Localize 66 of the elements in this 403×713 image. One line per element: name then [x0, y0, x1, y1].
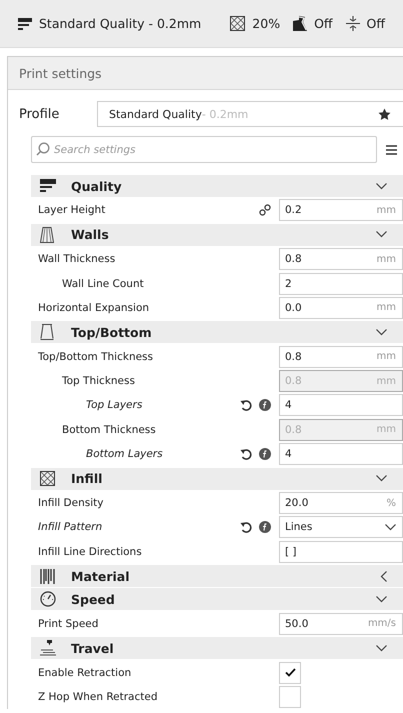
- setting-field[interactable]: 0.0 mm: [279, 296, 403, 319]
- setting-label: Z Hop When Retracted: [37, 690, 159, 703]
- section-header[interactable]: Quality: [31, 175, 403, 197]
- check-icon: [284, 668, 296, 678]
- top-bottom-icon: [40, 324, 54, 340]
- chevron-down-icon: [376, 231, 387, 238]
- quality-icon: [18, 16, 32, 30]
- checkbox[interactable]: [279, 662, 301, 684]
- reset-icon[interactable]: [240, 521, 252, 534]
- adhesion-value: Off: [366, 16, 385, 31]
- checkbox[interactable]: [279, 686, 301, 708]
- setting-label: Print Speed: [37, 618, 100, 630]
- setting-label: Infill Line Directions: [37, 546, 143, 558]
- setting-label: Wall Line Count: [61, 278, 145, 290]
- profile-label: Profile: [18, 106, 60, 122]
- setting-field[interactable]: 50.0 mm/s: [279, 612, 403, 635]
- search-icon: [36, 142, 50, 156]
- setting-field[interactable]: 20.0 %: [279, 492, 403, 514]
- chevron-left-icon: [380, 570, 387, 582]
- setting-label: Top/Bottom Thickness: [37, 350, 154, 363]
- setting-label: Enable Retraction: [37, 666, 132, 679]
- profile-summary[interactable]: Standard Quality - 0.2mm: [39, 16, 202, 31]
- quality-icon: [40, 179, 56, 193]
- setting-label: Horizontal Expansion: [37, 302, 150, 314]
- infill-icon: [230, 16, 246, 31]
- chevron-down-icon: [376, 475, 387, 482]
- section-header[interactable]: Material: [31, 565, 403, 588]
- star-icon[interactable]: [378, 108, 391, 120]
- setting-label: Infill Density: [37, 497, 104, 510]
- adhesion-icon: [346, 16, 360, 31]
- material-icon: [40, 568, 56, 584]
- section-header[interactable]: Top/Bottom: [31, 321, 403, 344]
- setting-label: Infill Pattern: [37, 521, 104, 534]
- profile-dropdown[interactable]: Standard Quality- 0.2mm: [97, 101, 403, 127]
- chevron-down-icon: [385, 524, 396, 531]
- infill-icon: [40, 471, 55, 486]
- nozzle-icon: [40, 640, 56, 656]
- setting-label: Layer Height: [37, 204, 106, 216]
- setting-dropdown[interactable]: Lines: [279, 516, 403, 538]
- support-icon: [293, 16, 308, 31]
- chevron-down-icon: [376, 596, 387, 603]
- speedometer-icon: [40, 591, 56, 608]
- menu-icon[interactable]: [386, 144, 397, 154]
- setting-field[interactable]: 2: [279, 272, 403, 295]
- infill-value: 20%: [252, 16, 280, 31]
- section-header[interactable]: Walls: [31, 224, 403, 246]
- support-value: Off: [314, 16, 333, 31]
- section-header[interactable]: Speed: [31, 588, 403, 610]
- section-header[interactable]: Infill: [31, 468, 403, 490]
- search-field[interactable]: Search settings: [31, 136, 377, 163]
- setting-field[interactable]: 0.8 mm: [279, 346, 403, 368]
- setting-field[interactable]: 0.2 mm: [279, 199, 403, 222]
- setting-label: Wall Thickness: [37, 253, 116, 266]
- section-header[interactable]: Travel: [31, 637, 403, 660]
- function-icon[interactable]: [259, 521, 271, 534]
- chevron-down-icon: [376, 182, 387, 190]
- panel-title: Print settings: [8, 57, 403, 90]
- chevron-down-icon: [376, 328, 387, 336]
- setting-label: Top Thickness: [61, 375, 136, 388]
- walls-icon: [40, 226, 54, 243]
- setting-field[interactable]: [ ]: [279, 540, 403, 563]
- setting-label: Bottom Layers: [85, 448, 164, 460]
- setting-label: Top Layers: [85, 399, 144, 412]
- setting-label: Bottom Thickness: [61, 424, 157, 436]
- chevron-down-icon: [376, 644, 387, 652]
- setting-field[interactable]: 0.8 mm: [279, 248, 403, 270]
